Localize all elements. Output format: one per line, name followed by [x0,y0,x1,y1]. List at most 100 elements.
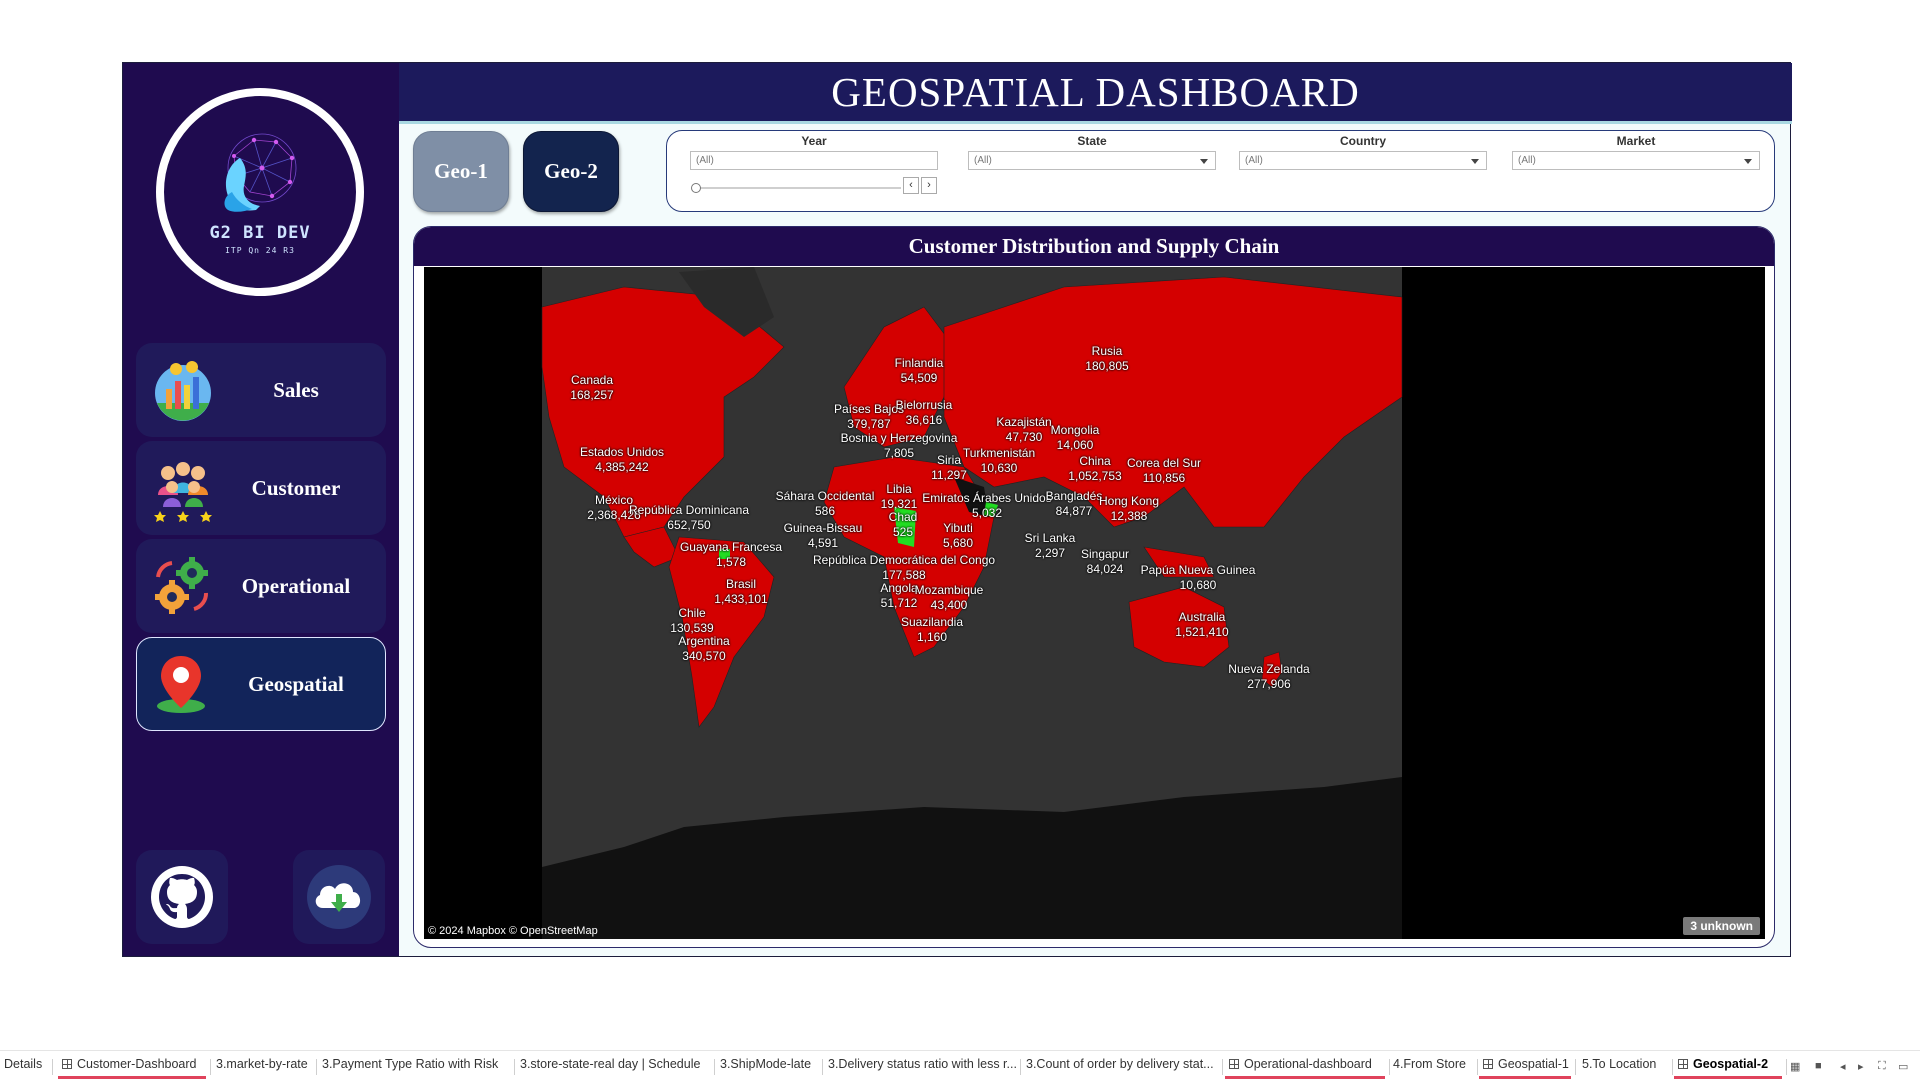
map-label-country: Argentina [678,634,730,648]
sheet-tab-label: 5.To Location [1582,1057,1657,1071]
sheet-tab-label: 3.market-by-rate [216,1057,308,1071]
filmstrip-icon[interactable]: ■ [1815,1060,1822,1072]
sheet-tab[interactable]: Geospatial-2 [1674,1057,1782,1079]
year-filter: Year (All) [690,134,938,170]
next-sheet-icon[interactable]: ▸ [1858,1060,1864,1073]
map-label-country: Guinea-Bissau [783,521,863,535]
dashboard-tab-icon [1678,1059,1688,1069]
map-label-value: 12,388 [1110,509,1148,523]
prev-sheet-icon[interactable]: ◂ [1840,1060,1846,1073]
sheet-tab-label: Geospatial-1 [1498,1057,1569,1071]
map-label-country: Finlandia [894,356,944,370]
year-next-button[interactable]: › [921,177,937,194]
sheet-tab[interactable]: 4.From Store [1389,1057,1473,1079]
year-prev-button[interactable]: ‹ [903,177,919,194]
cloud-download-icon [315,883,361,912]
sheet-tab[interactable]: 5.To Location [1578,1057,1668,1079]
unknown-badge[interactable]: 3 unknown [1683,917,1760,935]
map-label-value: 51,712 [880,596,918,610]
sheet-tab-label: 3.ShipMode-late [720,1057,812,1071]
nav-sales-label: Sales [273,377,319,402]
tab-separator [1672,1059,1673,1075]
state-dropdown[interactable]: (All) [968,151,1216,170]
sheet-tab[interactable]: Details [0,1057,48,1079]
sheet-tab[interactable]: Geospatial-1 [1479,1057,1571,1079]
sheet-tab[interactable]: 3.Payment Type Ratio with Risk [318,1057,510,1079]
map-label-value: 10,680 [1179,578,1217,592]
map-label: Países Bajos 379,787 [834,402,904,432]
year-filter-input[interactable]: (All) [690,151,938,170]
map-label: República Dominicana 652,750 [629,503,749,533]
geo-2-button[interactable]: Geo-2 [523,131,619,212]
github-icon [151,866,213,928]
fullscreen-icon[interactable]: ⛶ [1878,1060,1886,1073]
map-label: Mongolia 14,060 [1051,423,1100,453]
sheet-tab-label: Details [4,1057,43,1071]
dashboard: G2 BI DEV ITP Qn 24 R3 Sales Customer Op… [122,62,1792,957]
tab-separator [52,1059,53,1075]
download-button[interactable] [293,850,385,944]
nav-sales-button[interactable]: Sales [136,343,386,437]
state-filter-label: State [1077,134,1107,148]
map-label-value: 1,433,101 [714,592,768,606]
map-label: Guayana Francesa 1,578 [680,540,782,570]
sheet-tab-label: Operational-dashboard [1244,1057,1372,1071]
map-label-country: Kazajistán [996,415,1052,429]
map-label-country: Papúa Nueva Guinea [1140,563,1256,577]
dashboard-tab-icon [1483,1059,1493,1069]
country-dropdown[interactable]: (All) [1239,151,1487,170]
tab-separator [514,1059,515,1075]
map-label-country: Australia [1178,610,1226,624]
map-label-country: Siria [936,453,961,467]
map-label-value: 1,160 [916,630,948,644]
map-label-country: Chile [678,606,706,620]
world-map[interactable]: Canada 168,257 Estados Unidos 4,385,242 Méxi… [424,267,1765,939]
tab-separator [210,1059,211,1075]
nav-operational-label: Operational [241,573,351,598]
sheet-tab-bar: Details Customer-Dashboard 3.market-by-rat… [0,1050,1920,1080]
map-label: Guinea-Bissau 4,591 [784,521,863,551]
geo-1-button[interactable]: Geo-1 [413,131,509,212]
map-label-value: 84,024 [1086,562,1124,576]
map-label: Sri Lanka 2,297 [1025,531,1076,561]
github-button[interactable] [136,850,228,944]
tab-separator [1786,1059,1787,1075]
map-label-value: 110,856 [1142,471,1186,485]
dashboard-tab-icon [62,1059,72,1069]
year-filter-label: Year [801,134,827,148]
sheet-tab[interactable]: 3.Delivery status ratio with less r... [824,1057,1017,1079]
map-label: República Democrática del Congo 177,588 [813,553,995,583]
map-label-country: Suazilandia [900,615,964,629]
year-slider[interactable] [691,183,901,193]
map-label-value: 1,578 [715,555,747,569]
sheet-sorter-icon[interactable]: ▦ [1790,1060,1800,1073]
map-label: Libia 19,321 [881,482,918,512]
sheet-tab[interactable]: Operational-dashboard [1225,1057,1385,1079]
map-label-value: 168,257 [570,388,614,402]
tab-separator [1020,1059,1021,1075]
tab-separator [1477,1059,1478,1075]
market-dropdown[interactable]: (All) [1512,151,1760,170]
map-label: Chad 525 [889,510,918,540]
map-label: Mozambique 43,400 [915,583,984,613]
sheet-tab[interactable]: Customer-Dashboard [58,1057,206,1079]
map-label: Corea del Sur 110,856 [1127,456,1201,486]
map-label-country: China [1079,454,1111,468]
map-label: Australia 1,521,410 [1175,610,1228,640]
sidebar: G2 BI DEV ITP Qn 24 R3 Sales Customer Op… [123,63,399,956]
sheet-tab-label: 3.Payment Type Ratio with Risk [322,1057,499,1071]
nav-geospatial-button[interactable]: Geospatial [136,637,386,731]
sheet-tab[interactable]: 3.store-state-real day | Schedule [516,1057,710,1079]
sheet-tab[interactable]: 3.ShipMode-late [716,1057,818,1079]
map-label-value: 1,521,410 [1175,625,1229,639]
sheet-tab[interactable]: 3.Count of order by delivery stat... [1022,1057,1218,1079]
map-label-value: 1,052,753 [1068,469,1122,483]
nav-customer-button[interactable]: Customer [136,441,386,535]
tab-separator [316,1059,317,1075]
map-label-country: Mozambique [914,583,984,597]
year-slider-handle[interactable] [691,183,701,193]
sheet-tab[interactable]: 3.market-by-rate [212,1057,312,1079]
map-label-country: Corea del Sur [1126,456,1202,470]
present-icon[interactable]: ▭ [1898,1060,1908,1073]
nav-operational-button[interactable]: Operational [136,539,386,633]
